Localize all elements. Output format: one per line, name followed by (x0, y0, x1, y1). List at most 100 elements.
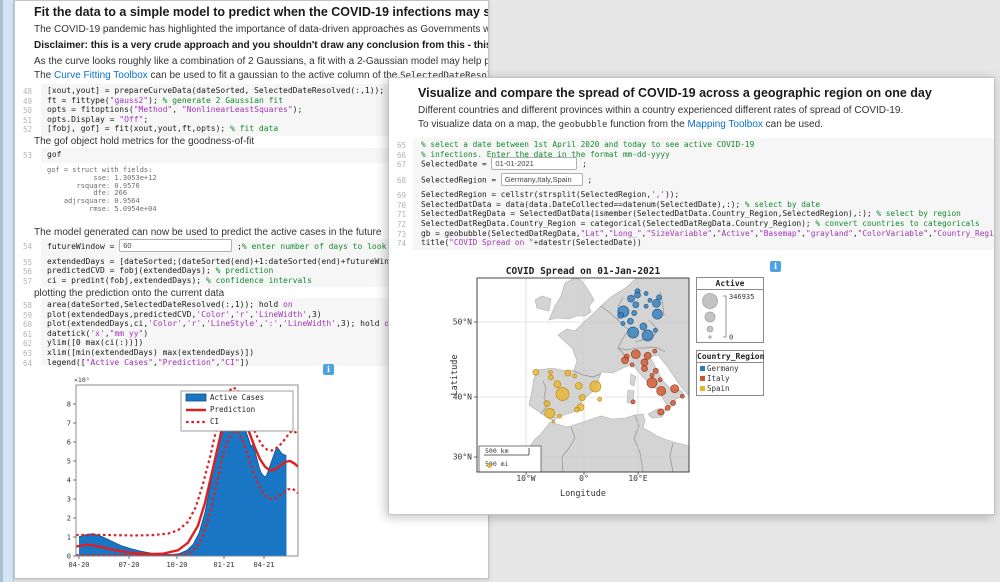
map-scalebar: 500 km 500 mi (479, 446, 541, 472)
bubble-spain (548, 370, 552, 374)
text-segment: SelectedDate = (421, 160, 491, 169)
scrollbar-thumb[interactable] (0, 0, 3, 582)
map-ylabel: Latitude (450, 355, 460, 396)
disclaimer-text: Disclaimer: this is a very crude approac… (34, 40, 489, 51)
text-segment: xlim([min(extendedDays) max(extendedDays… (47, 348, 254, 357)
bubble-italy (642, 366, 648, 372)
svg-text:×10⁵: ×10⁵ (74, 376, 90, 384)
color-legend-title: Country_Region (697, 351, 763, 363)
legend-entry-spain: Spain (697, 383, 763, 393)
size-legend: Active 346935 0 (696, 277, 764, 343)
code-line-66[interactable]: 66% infections. Enter the date in the fo… (389, 150, 994, 160)
text-segment: % fit data (230, 124, 278, 133)
text-segment: gb = geobubble(SelectedDatRegData, (421, 229, 581, 238)
text-segment: 'r' (235, 310, 249, 319)
bubble-germany (627, 318, 633, 324)
text-segment: The (34, 70, 54, 81)
text-segment: can be used. (763, 119, 823, 130)
svg-text:10°E: 10°E (628, 474, 647, 483)
text-segment: opts = fitoptions( (47, 105, 134, 114)
bubble-spain (565, 370, 571, 376)
output-info-icon[interactable]: i (323, 364, 334, 375)
line-number: 57 (17, 277, 32, 286)
text-segment: % convert countries to categoricals (815, 219, 979, 228)
legend-swatch (700, 376, 705, 381)
bubble-italy (630, 363, 634, 367)
map-title: COVID Spread on 01-Jan-2021 (506, 266, 661, 277)
bubble-italy (680, 394, 684, 398)
bubble-germany (628, 295, 635, 302)
bubble-italy (671, 385, 679, 393)
text-segment: ci = predint(fobj,extendedDays); (47, 276, 206, 285)
line-number: 68 (391, 176, 406, 185)
inline-code-input[interactable]: 01-01-2021 (491, 157, 577, 170)
code-line-71[interactable]: 71SelectedDatRegData = SelectedDatData(i… (389, 209, 994, 219)
text-segment: "Lat" (581, 229, 604, 238)
legend-swatch (700, 366, 705, 371)
bubble-spain (598, 397, 602, 401)
text-segment: legend([ (47, 358, 86, 367)
text-segment: plot(extendedDays,ci, (47, 319, 148, 328)
text-segment: ; (577, 160, 586, 169)
bubble-spain (556, 388, 569, 401)
bubble-spain (552, 420, 554, 422)
svg-text:3: 3 (67, 496, 71, 504)
bubble-germany (640, 323, 647, 330)
inline-code-input[interactable]: 60 (119, 239, 232, 252)
text-segment: SelectedDatRegData.Country_Region = cate… (421, 219, 815, 228)
bubble-italy (644, 352, 651, 359)
code-line-74[interactable]: 74title("COVID Spread on "+datestr(Selec… (389, 238, 994, 248)
text-segment: +datestr(SelectedDate)) (534, 238, 642, 247)
code-line-73[interactable]: 73gb = geobubble(SelectedDatRegData,"Lat… (389, 229, 994, 239)
code-line-68[interactable]: 68SelectedRegion = Germany,Italy,Spain ; (389, 175, 994, 191)
bubble-italy (650, 373, 654, 377)
text-segment: "ColorVariable" (858, 229, 928, 238)
code-line-70[interactable]: 70SelectedDatData = data(data.DateCollec… (389, 200, 994, 210)
text-segment: datetick( (47, 329, 90, 338)
inline-code-input[interactable]: Germany,Italy,Spain (501, 173, 583, 186)
bubble-italy (653, 368, 658, 373)
text-segment: % select by region (876, 209, 961, 218)
livescript-panel-geobubble: Visualize and compare the spread of COVI… (388, 77, 995, 515)
bubble-italy (658, 378, 662, 382)
text-segment: 'Color' (148, 319, 182, 328)
code-line-69[interactable]: 69SelectedRegion = cellstr(strsplit(Sele… (389, 190, 994, 200)
bubble-italy (647, 378, 657, 388)
size-legend-title: Active (697, 278, 763, 290)
prediction-plot-figure: 04-2007-2010-2001-2104-21012345678×10⁵Ac… (53, 375, 343, 575)
text-segment: predictedCVD = fobj(extendedDays); (47, 266, 216, 275)
code-line-72[interactable]: 72SelectedDatRegData.Country_Region = ca… (389, 219, 994, 229)
text-segment: % select a date between 1st April 2020 a… (421, 140, 754, 149)
text-segment: 'x' (90, 329, 104, 338)
text-segment: "CI" (220, 358, 239, 367)
svg-text:1: 1 (67, 534, 71, 542)
bubble-spain (579, 395, 585, 401)
code-line-65[interactable]: 65% select a date between 1st April 2020… (389, 140, 994, 150)
bubble-germany (644, 292, 648, 296)
doc-link[interactable]: Curve Fitting Toolbox (54, 70, 148, 81)
bubble-spain (575, 407, 580, 412)
bubble-germany (653, 328, 657, 332)
text-segment: [fobj, gof] = fit(xout,yout,ft,opts); (47, 124, 230, 133)
code-block[interactable]: 65% select a date between 1st April 2020… (389, 138, 994, 250)
code-line-67[interactable]: 67SelectedDate = 01-01-2021 ; (389, 159, 994, 175)
bubble-germany (618, 312, 624, 318)
svg-text:CI: CI (210, 417, 219, 426)
text-segment: ]) (240, 358, 250, 367)
text-segment: can be used to fit a gaussian to the act… (148, 70, 400, 81)
text-segment: title( (421, 238, 449, 247)
doc-link[interactable]: Mapping Toolbox (687, 119, 762, 130)
bubble-germany (621, 322, 625, 326)
text-segment: "mm yy" (110, 329, 144, 338)
text-segment: "Basemap" (759, 229, 801, 238)
bubble-germany (652, 299, 660, 307)
bubble-spain (548, 375, 553, 380)
text-segment: SelectedRegion = (421, 175, 501, 184)
line-number: 74 (391, 239, 406, 248)
text-segment: 'Color' (196, 310, 230, 319)
output-info-icon[interactable]: i (770, 261, 781, 272)
text-segment: "Prediction" (158, 358, 216, 367)
editor-scrollbar[interactable] (0, 0, 14, 582)
line-number: 52 (17, 125, 32, 134)
paragraph: The model generated can now be used to p… (34, 227, 381, 238)
